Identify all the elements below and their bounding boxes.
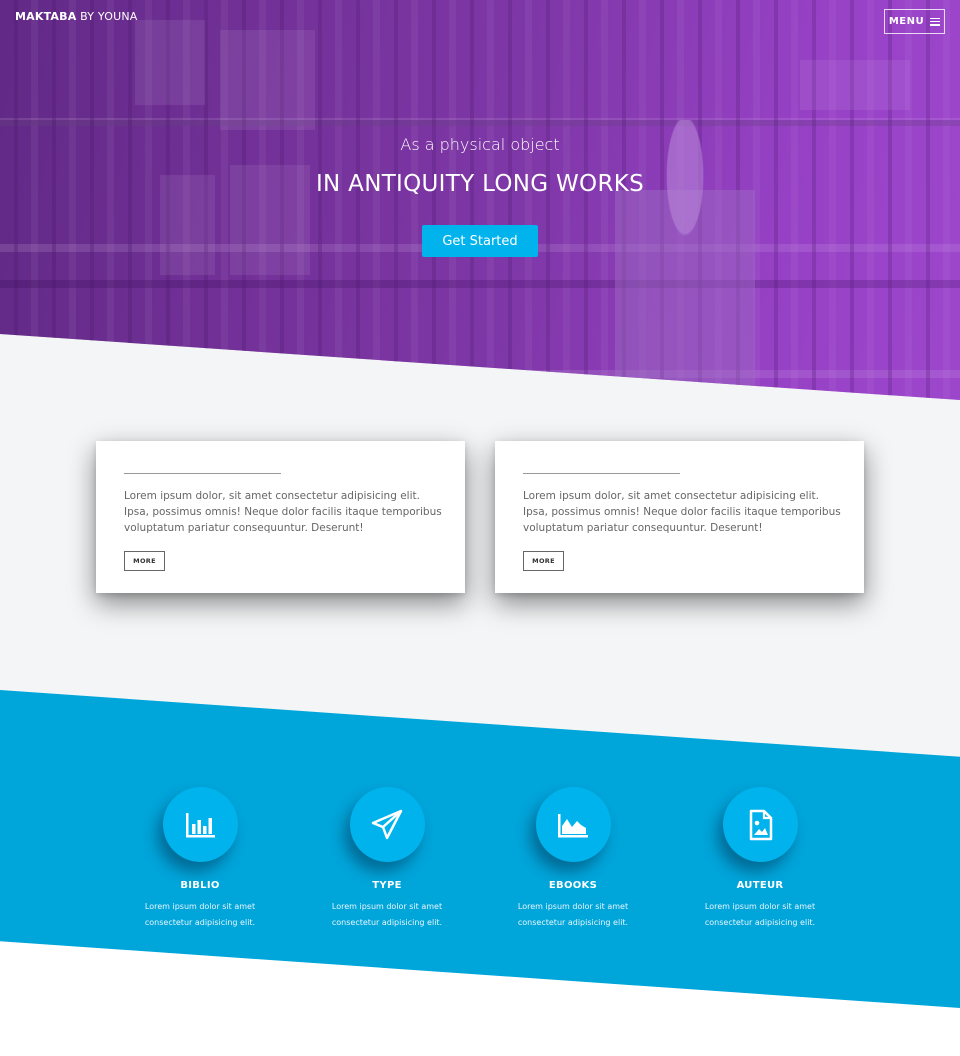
feature-title: AUTEUR <box>736 880 784 891</box>
feature-desc: Lorem ipsum dolor sit amet consectetur a… <box>517 902 629 927</box>
hero-title: IN ANTIQUITY LONG WORKS <box>315 171 645 197</box>
menu-button[interactable]: MENU <box>884 9 945 34</box>
feature-auteur: AUTEUR Lorem ipsum dolor sit amet consec… <box>660 787 860 931</box>
menu-label: MENU <box>888 16 925 27</box>
feature-type: TYPE Lorem ipsum dolor sit amet consecte… <box>287 787 487 931</box>
card-text: Lorem ipsum dolor, sit amet consectetur … <box>523 490 841 534</box>
more-button[interactable]: MORE <box>523 551 564 571</box>
info-card: Lorem ipsum dolor, sit amet consectetur … <box>96 441 465 593</box>
paper-plane-icon[interactable] <box>349 787 425 862</box>
feature-desc: Lorem ipsum dolor sit amet consectetur a… <box>704 902 816 927</box>
hamburger-icon <box>930 17 941 26</box>
hero-overlay <box>0 0 960 400</box>
card-divider <box>124 473 281 474</box>
area-chart-icon[interactable] <box>535 787 611 862</box>
feature-title: TYPE <box>372 880 402 891</box>
brand-name: MAKTABA <box>15 10 77 23</box>
brand-suffix: BY YOUNA <box>76 10 138 23</box>
feature-biblio: BIBLIO Lorem ipsum dolor sit amet consec… <box>100 787 300 931</box>
info-card: Lorem ipsum dolor, sit amet consectetur … <box>495 441 864 593</box>
hero-section <box>0 0 960 400</box>
more-button[interactable]: MORE <box>124 551 165 571</box>
file-image-icon[interactable] <box>722 787 798 862</box>
feature-title: BIBLIO <box>180 880 220 891</box>
get-started-button[interactable]: Get Started <box>422 225 538 257</box>
hero-subtitle: As a physical object <box>400 135 560 154</box>
feature-desc: Lorem ipsum dolor sit amet consectetur a… <box>331 902 443 927</box>
brand-logo[interactable]: MAKTABA BY YOUNA <box>15 10 138 23</box>
card-divider <box>523 473 680 474</box>
feature-desc: Lorem ipsum dolor sit amet consectetur a… <box>144 902 256 927</box>
feature-title: EBOOKS <box>548 880 598 891</box>
bar-chart-icon[interactable] <box>162 787 238 862</box>
card-text: Lorem ipsum dolor, sit amet consectetur … <box>124 490 442 534</box>
feature-ebooks: EBOOKS Lorem ipsum dolor sit amet consec… <box>473 787 673 931</box>
